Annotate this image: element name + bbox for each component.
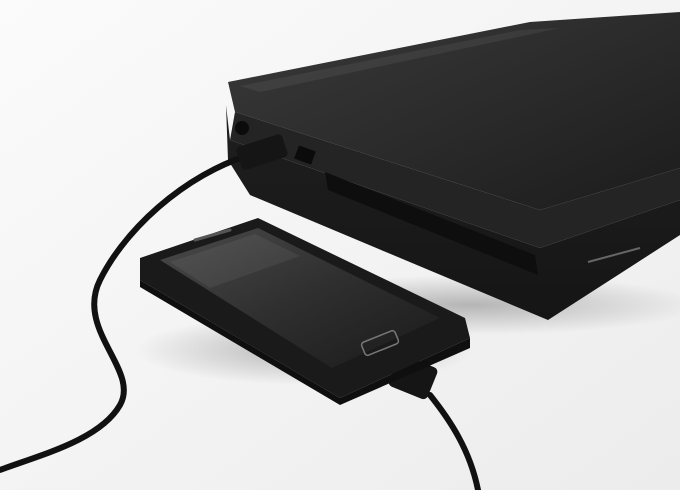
- photo-illustration: [0, 0, 680, 490]
- audio-port: [235, 121, 249, 135]
- photo-scene: [0, 0, 680, 490]
